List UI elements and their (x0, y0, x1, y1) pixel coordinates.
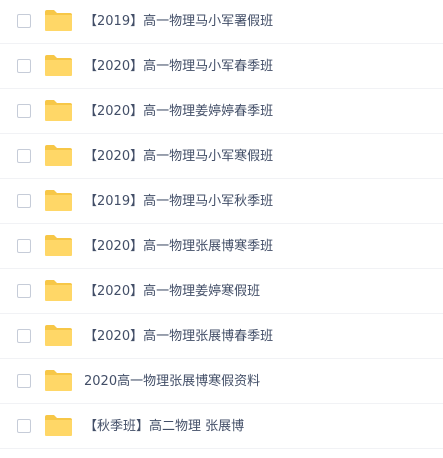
file-row[interactable]: 【2020】高一物理姜婷婷春季班 (0, 90, 443, 134)
file-row[interactable]: 【2020】高一物理马小军寒假班 (0, 135, 443, 179)
file-name[interactable]: 2020高一物理张展博寒假资料 (84, 360, 260, 404)
row-checkbox[interactable] (17, 374, 31, 388)
row-checkbox[interactable] (17, 149, 31, 163)
row-checkbox[interactable] (17, 329, 31, 343)
folder-icon (45, 325, 72, 346)
row-checkbox[interactable] (17, 284, 31, 298)
file-list: 【2019】高一物理马小军署假班 【2020】高一物理马小军春季班 【2020】… (0, 0, 443, 458)
file-row[interactable]: 【2020】高一物理张展博寒季班 (0, 225, 443, 269)
row-checkbox[interactable] (17, 419, 31, 433)
file-row[interactable]: 【2019】高一物理马小军秋季班 (0, 180, 443, 224)
file-name[interactable]: 【2020】高一物理姜婷寒假班 (84, 270, 260, 314)
folder-icon (45, 10, 72, 31)
file-name[interactable]: 【2019】高一物理马小军署假班 (84, 0, 273, 44)
row-checkbox[interactable] (17, 14, 31, 28)
file-row[interactable]: 【2019】高一物理马小军署假班 (0, 0, 443, 44)
folder-icon (45, 415, 72, 436)
folder-icon (45, 55, 72, 76)
folder-icon (45, 100, 72, 121)
file-row[interactable]: 【秋季班】高二物理 张展博 (0, 405, 443, 449)
row-checkbox[interactable] (17, 59, 31, 73)
file-name[interactable]: 【2020】高一物理马小军寒假班 (84, 135, 273, 179)
file-name[interactable]: 【2020】高一物理张展博寒季班 (84, 225, 273, 269)
row-checkbox[interactable] (17, 239, 31, 253)
file-row[interactable]: 2020高一物理张展博寒假资料 (0, 360, 443, 404)
file-row[interactable]: 【2020】高一物理马小军春季班 (0, 45, 443, 89)
file-name[interactable]: 【2019】高一物理马小军秋季班 (84, 180, 273, 224)
folder-icon (45, 235, 72, 256)
file-name[interactable]: 【2020】高一物理姜婷婷春季班 (84, 90, 273, 134)
file-row[interactable]: 【2020】高一物理姜婷寒假班 (0, 270, 443, 314)
folder-icon (45, 190, 72, 211)
file-row[interactable]: 【2020】高一物理张展博春季班 (0, 315, 443, 359)
folder-icon (45, 370, 72, 391)
folder-icon (45, 280, 72, 301)
file-name[interactable]: 【2020】高一物理马小军春季班 (84, 45, 273, 89)
row-checkbox[interactable] (17, 104, 31, 118)
file-name[interactable]: 【2020】高一物理张展博春季班 (84, 315, 273, 359)
row-checkbox[interactable] (17, 194, 31, 208)
file-name[interactable]: 【秋季班】高二物理 张展博 (84, 405, 244, 449)
folder-icon (45, 145, 72, 166)
